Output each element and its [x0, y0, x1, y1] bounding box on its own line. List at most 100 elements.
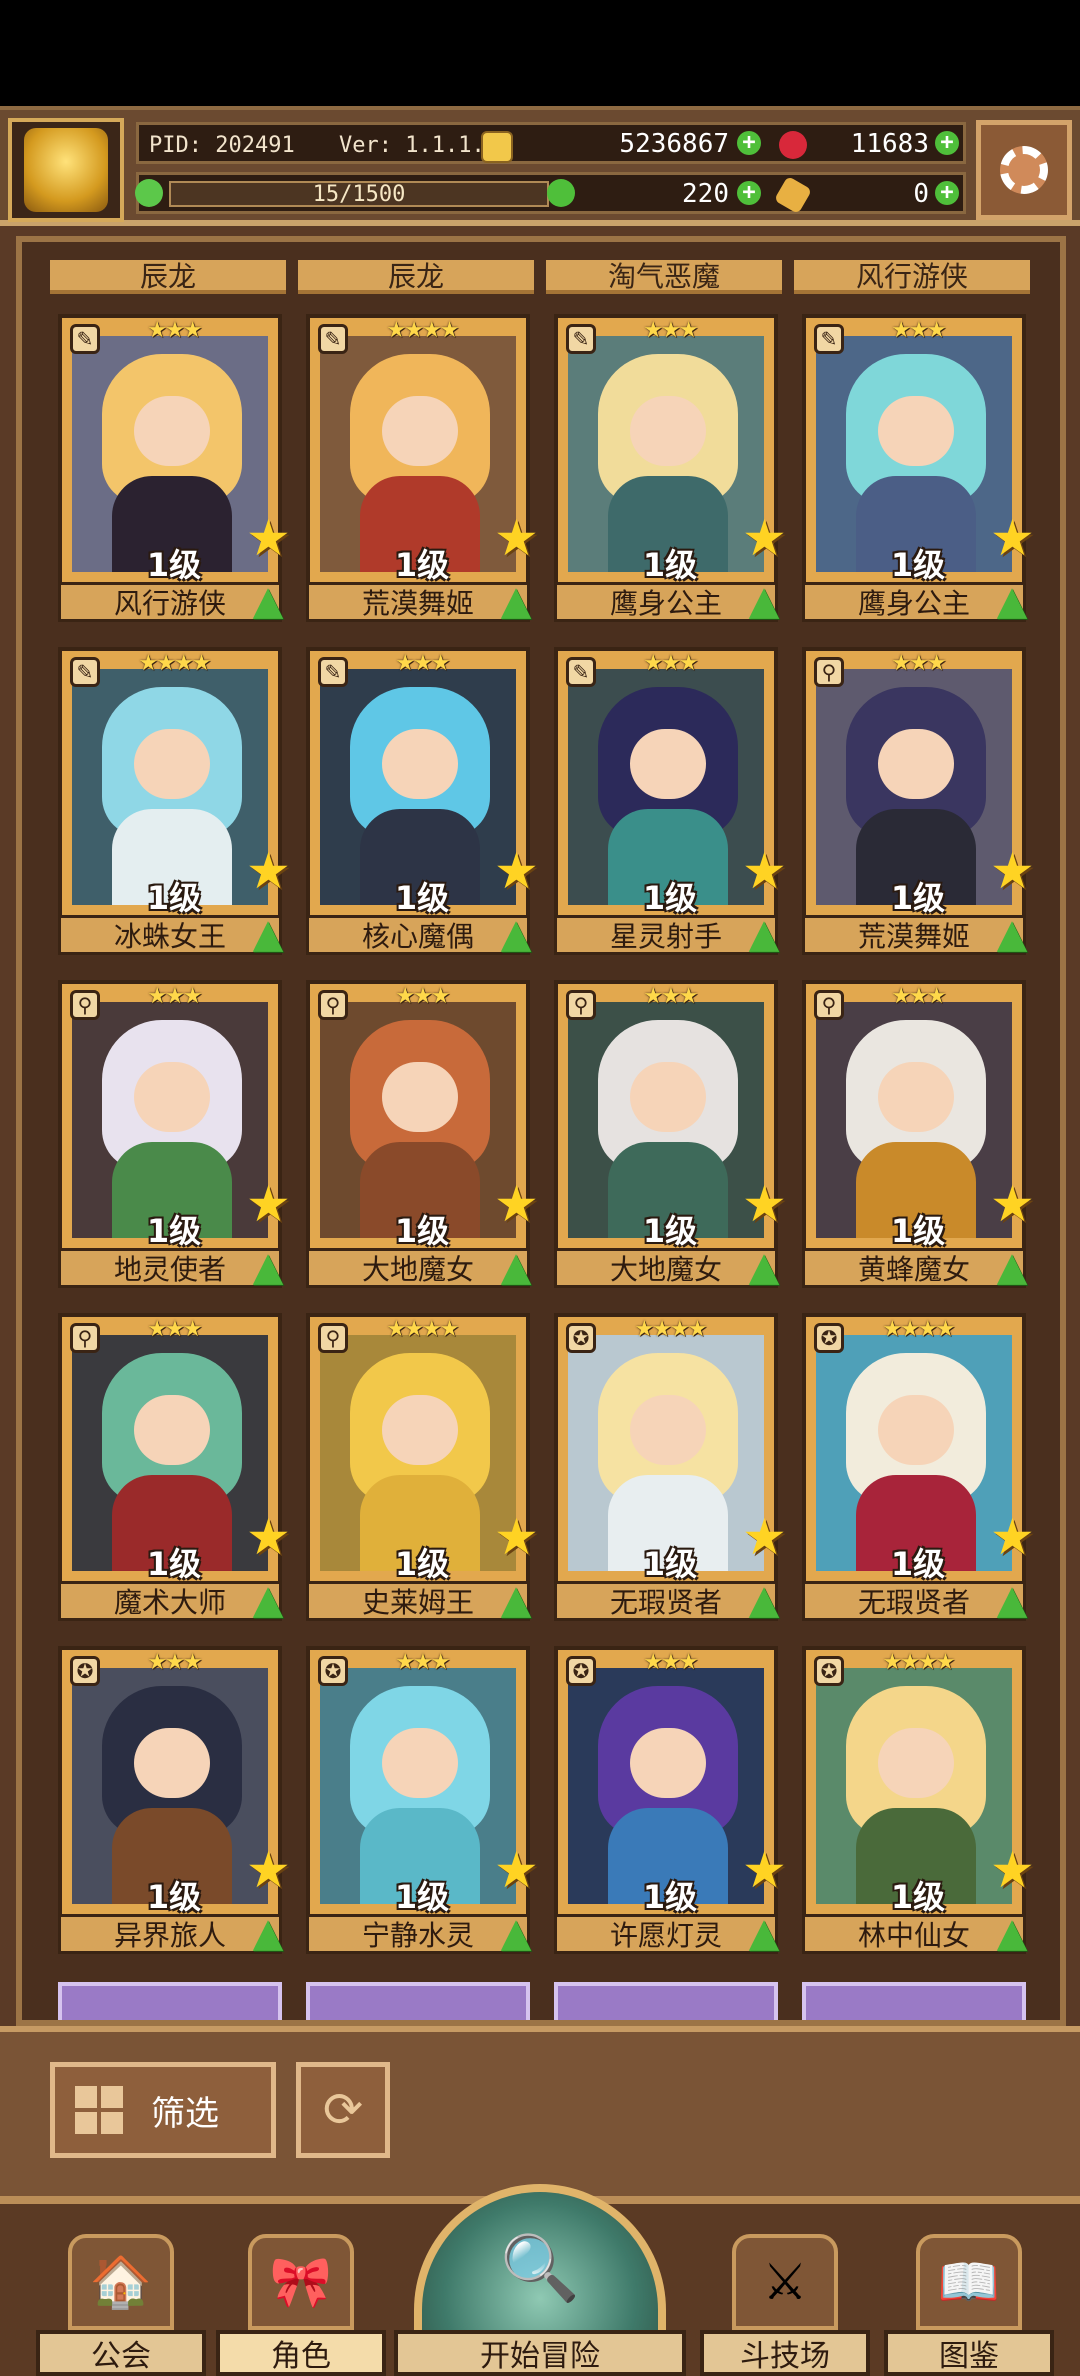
hero-card[interactable]: ✪ ★★★ 1级 ★ 宁静水灵 ▲: [306, 1646, 542, 1956]
partial-hero-name[interactable]: 风行游侠: [794, 260, 1030, 294]
favorite-star-icon[interactable]: ★: [990, 1512, 1038, 1562]
hero-card[interactable]: ⚲ ★★★ 1级 ★ 大地魔女 ▲: [306, 980, 542, 1290]
ruby-amount: 11683: [850, 129, 929, 159]
upgrade-arrow-icon[interactable]: ▲: [492, 1910, 540, 1956]
hero-card[interactable]: ✎ ★★★★ 1级 ★ 荒漠舞姬 ▲: [306, 314, 542, 624]
rarity-stars: ★★★: [147, 318, 202, 343]
favorite-star-icon[interactable]: ★: [494, 1512, 542, 1562]
upgrade-arrow-icon[interactable]: ▲: [244, 578, 292, 624]
rarity-stars: ★★★: [643, 984, 698, 1009]
upgrade-arrow-icon[interactable]: ▲: [988, 1577, 1036, 1623]
hero-card[interactable]: ⚲ ★★★ 1级 ★ 黄蜂魔女 ▲: [802, 980, 1038, 1290]
favorite-star-icon[interactable]: ★: [246, 1512, 294, 1562]
portrait-face: [134, 396, 210, 466]
settings-button[interactable]: [976, 120, 1072, 220]
bottom-nav: 🏠 公会 🎀 角色 🔍 开始冒险 ⚔ 斗技场 📖 图鉴: [0, 2184, 1080, 2376]
upgrade-arrow-icon[interactable]: ▲: [244, 1910, 292, 1956]
partial-hero-name[interactable]: 淘气恶魔: [546, 260, 782, 294]
hero-card[interactable]: ✎ ★★★ 1级 ★ 风行游侠 ▲: [58, 314, 294, 624]
hero-card[interactable]: ✪ ★★★ 1级 ★ 异界旅人 ▲: [58, 1646, 294, 1956]
nav-arena[interactable]: ⚔ 斗技场: [700, 2234, 870, 2376]
favorite-star-icon[interactable]: ★: [246, 846, 294, 896]
add-ticket-button[interactable]: +: [935, 181, 959, 205]
filter-button[interactable]: 筛选: [50, 2062, 276, 2158]
portrait-face: [878, 1728, 954, 1798]
upgrade-arrow-icon[interactable]: ▲: [988, 911, 1036, 957]
favorite-star-icon[interactable]: ★: [246, 513, 294, 563]
partial-hero-name[interactable]: 辰龙: [298, 260, 534, 294]
hero-card[interactable]: ✎ ★★★★ 1级 ★ 冰蛛女王 ▲: [58, 647, 294, 957]
info-panel: PID: 202491 Ver: 1.1.1.5 5236867 + 11683…: [136, 122, 966, 164]
hero-card[interactable]: ✪ ★★★★ 1级 ★ 无瑕贤者 ▲: [802, 1313, 1038, 1623]
partial-hero-card[interactable]: [306, 1982, 530, 2020]
upgrade-arrow-icon[interactable]: ▲: [244, 1577, 292, 1623]
hero-card[interactable]: ✪ ★★★ 1级 ★ 许愿灯灵 ▲: [554, 1646, 790, 1956]
add-clover-button[interactable]: +: [737, 181, 761, 205]
rarity-stars: ★★★: [643, 318, 698, 343]
favorite-star-icon[interactable]: ★: [742, 513, 790, 563]
upgrade-arrow-icon[interactable]: ▲: [492, 1244, 540, 1290]
hero-card[interactable]: ⚲ ★★★ 1级 ★ 地灵使者 ▲: [58, 980, 294, 1290]
favorite-star-icon[interactable]: ★: [494, 846, 542, 896]
upgrade-arrow-icon[interactable]: ▲: [244, 1244, 292, 1290]
upgrade-arrow-icon[interactable]: ▲: [492, 578, 540, 624]
favorite-star-icon[interactable]: ★: [742, 1179, 790, 1229]
nav-guild[interactable]: 🏠 公会: [36, 2234, 206, 2376]
exp-clover-icon: [135, 179, 163, 207]
hero-card[interactable]: ✎ ★★★ 1级 ★ 核心魔偶 ▲: [306, 647, 542, 957]
partial-hero-card[interactable]: [58, 1982, 282, 2020]
exp-text: 15/1500: [312, 181, 406, 207]
upgrade-arrow-icon[interactable]: ▲: [988, 578, 1036, 624]
partial-hero-card[interactable]: [802, 1982, 1026, 2020]
hero-portrait: [72, 1668, 268, 1904]
hero-card[interactable]: ✎ ★★★ 1级 ★ 鹰身公主 ▲: [802, 314, 1038, 624]
hero-portrait: [816, 1668, 1012, 1904]
partial-hero-name[interactable]: 辰龙: [50, 260, 286, 294]
favorite-star-icon[interactable]: ★: [246, 1179, 294, 1229]
hero-card[interactable]: ⚲ ★★★ 1级 ★ 魔术大师 ▲: [58, 1313, 294, 1623]
hero-card[interactable]: ✪ ★★★★ 1级 ★ 无瑕贤者 ▲: [554, 1313, 790, 1623]
rarity-stars: ★★★: [891, 984, 946, 1009]
hero-card[interactable]: ⚲ ★★★ 1级 ★ 大地魔女 ▲: [554, 980, 790, 1290]
player-avatar[interactable]: [8, 118, 124, 222]
upgrade-arrow-icon[interactable]: ▲: [492, 911, 540, 957]
favorite-star-icon[interactable]: ★: [990, 846, 1038, 896]
favorite-star-icon[interactable]: ★: [494, 1179, 542, 1229]
upgrade-arrow-icon[interactable]: ▲: [740, 1910, 788, 1956]
upgrade-arrow-icon[interactable]: ▲: [492, 1577, 540, 1623]
refresh-button[interactable]: ⟳: [296, 2062, 390, 2158]
hero-portrait: [568, 669, 764, 905]
favorite-star-icon[interactable]: ★: [990, 1179, 1038, 1229]
favorite-star-icon[interactable]: ★: [494, 513, 542, 563]
favorite-star-icon[interactable]: ★: [494, 1845, 542, 1895]
favorite-star-icon[interactable]: ★: [742, 846, 790, 896]
upgrade-arrow-icon[interactable]: ▲: [244, 911, 292, 957]
favorite-star-icon[interactable]: ★: [742, 1845, 790, 1895]
rarity-stars: ★★★: [643, 1650, 698, 1675]
hero-card[interactable]: ✪ ★★★★ 1级 ★ 林中仙女 ▲: [802, 1646, 1038, 1956]
upgrade-arrow-icon[interactable]: ▲: [740, 1577, 788, 1623]
favorite-star-icon[interactable]: ★: [990, 513, 1038, 563]
start-adventure-button[interactable]: 🔍 开始冒险: [394, 2184, 686, 2376]
hero-card[interactable]: ✎ ★★★ 1级 ★ 鹰身公主 ▲: [554, 314, 790, 624]
hero-grid[interactable]: 辰龙 辰龙 淘气恶魔 风行游侠 ✎ ★★★ 1级 ★ 风行游侠 ▲ ✎ ★★★★ 1级: [16, 236, 1066, 2026]
upgrade-arrow-icon[interactable]: ▲: [740, 578, 788, 624]
hero-portrait: [568, 1668, 764, 1904]
partial-hero-card[interactable]: [554, 1982, 778, 2020]
upgrade-arrow-icon[interactable]: ▲: [740, 911, 788, 957]
add-gold-button[interactable]: +: [737, 131, 761, 155]
add-ruby-button[interactable]: +: [935, 131, 959, 155]
favorite-star-icon[interactable]: ★: [742, 1512, 790, 1562]
hero-card[interactable]: ⚲ ★★★ 1级 ★ 荒漠舞姬 ▲: [802, 647, 1038, 957]
hero-portrait: [568, 336, 764, 572]
favorite-star-icon[interactable]: ★: [246, 1845, 294, 1895]
portrait-face: [630, 1395, 706, 1465]
hero-card[interactable]: ✎ ★★★ 1级 ★ 星灵射手 ▲: [554, 647, 790, 957]
upgrade-arrow-icon[interactable]: ▲: [740, 1244, 788, 1290]
nav-role[interactable]: 🎀 角色: [216, 2234, 386, 2376]
upgrade-arrow-icon[interactable]: ▲: [988, 1910, 1036, 1956]
favorite-star-icon[interactable]: ★: [990, 1845, 1038, 1895]
nav-codex[interactable]: 📖 图鉴: [884, 2234, 1054, 2376]
hero-card[interactable]: ⚲ ★★★★ 1级 ★ 史莱姆王 ▲: [306, 1313, 542, 1623]
upgrade-arrow-icon[interactable]: ▲: [988, 1244, 1036, 1290]
